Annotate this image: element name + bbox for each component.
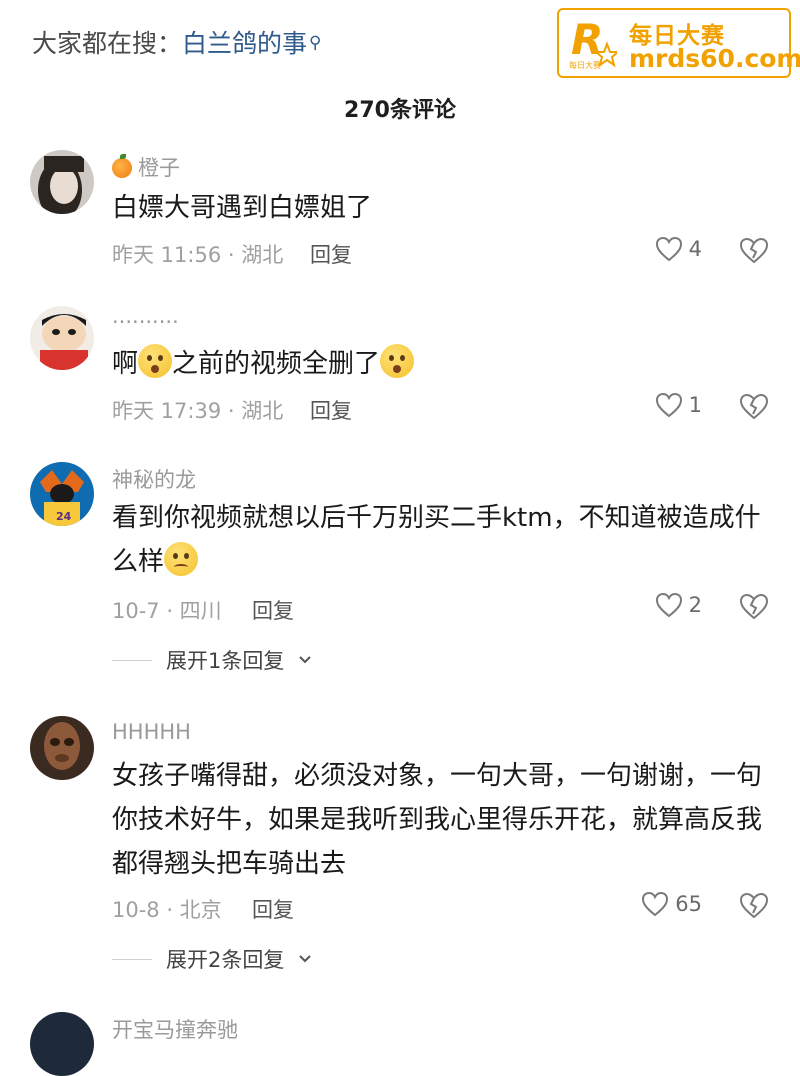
heart-icon — [655, 236, 682, 262]
like-button[interactable]: 4 — [655, 236, 702, 262]
broken-heart-icon[interactable] — [738, 592, 770, 620]
watermark: R 每日大赛 每日大赛 mrds60.com — [557, 8, 800, 78]
expand-replies-label: 展开1条回复 — [166, 649, 285, 673]
avatar[interactable] — [30, 306, 94, 370]
broken-heart-icon[interactable] — [738, 236, 770, 264]
comment-text: 看到你视频就想以后千万别买二手ktm，不知道被造成什么样 — [112, 503, 761, 577]
comment-meta: 昨天 17:39 · 湖北 — [112, 399, 284, 423]
comment-text: 女孩子嘴得甜，必须没对象，一句大哥，一句谢谢，一句你技术好牛，如果是我听到我心里… — [112, 761, 763, 879]
avatar[interactable] — [30, 1012, 94, 1076]
reply-button[interactable]: 回复 — [310, 395, 352, 425]
broken-heart-icon[interactable] — [738, 392, 770, 420]
like-button[interactable]: 2 — [655, 592, 702, 618]
svg-text:R: R — [571, 16, 603, 64]
orange-emoji — [112, 154, 132, 178]
heart-icon — [655, 392, 682, 418]
watermark-url: mrds60.com — [629, 44, 800, 73]
reply-button[interactable]: 回复 — [252, 595, 294, 625]
username[interactable]: 橙子 — [112, 152, 180, 182]
like-button[interactable]: 1 — [655, 392, 702, 418]
like-button[interactable]: 65 — [641, 891, 702, 917]
search-icon: ⚲ — [309, 33, 322, 53]
expand-replies-button[interactable]: 展开1条回复 — [112, 645, 312, 675]
divider-line — [112, 659, 152, 661]
username[interactable]: 开宝马撞奔驰 — [112, 1014, 238, 1044]
username[interactable]: 神秘的龙 — [112, 464, 196, 494]
brand-logo: R 每日大赛 — [569, 16, 617, 70]
comment-meta: 10-7 · 四川 — [112, 599, 222, 623]
sad-emoji — [164, 542, 199, 576]
avatar[interactable]: 24 — [30, 462, 94, 526]
like-count: 1 — [688, 393, 702, 417]
comment-meta: 昨天 11:56 · 湖北 — [112, 243, 284, 267]
svg-text:每日大赛: 每日大赛 — [569, 60, 601, 70]
like-count: 2 — [688, 593, 702, 617]
comment-text: 啊之前的视频全删了 — [112, 342, 772, 386]
expand-replies-button[interactable]: 展开2条回复 — [112, 944, 312, 974]
like-count: 65 — [675, 892, 702, 916]
username[interactable]: ·········· — [112, 310, 179, 334]
svg-text:24: 24 — [56, 510, 72, 523]
avatar[interactable] — [30, 716, 94, 780]
broken-heart-icon[interactable] — [738, 891, 770, 919]
heart-icon — [655, 592, 682, 618]
search-prefix: 大家都在搜： — [32, 29, 183, 58]
shocked-emoji — [380, 344, 415, 378]
expand-replies-label: 展开2条回复 — [166, 948, 285, 972]
username[interactable]: HHHHH — [112, 720, 191, 744]
search-query-link[interactable]: 白兰鸽的事 ⚲ — [182, 29, 321, 58]
comment-text: 白嫖大哥遇到白嫖姐了 — [112, 193, 373, 223]
like-count: 4 — [688, 237, 702, 261]
search-suggestion-bar[interactable]: 大家都在搜：白兰鸽的事 ⚲ — [32, 24, 321, 60]
reply-button[interactable]: 回复 — [310, 239, 352, 269]
heart-icon — [642, 891, 669, 917]
avatar[interactable] — [30, 150, 94, 214]
comment-count-title: 270条评论 — [344, 98, 456, 123]
chevron-down-icon — [299, 955, 312, 963]
chevron-down-icon — [299, 656, 312, 664]
comment-meta: 10-8 · 北京 — [112, 898, 222, 922]
reply-button[interactable]: 回复 — [252, 894, 294, 924]
shocked-emoji — [138, 344, 173, 378]
divider-line — [112, 958, 152, 960]
